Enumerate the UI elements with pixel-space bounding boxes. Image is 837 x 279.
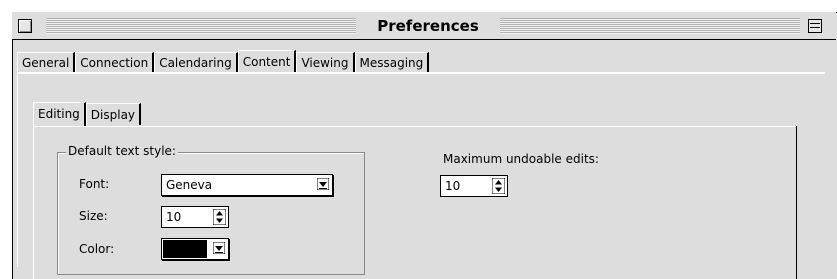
subtab-display[interactable]: Display [85,103,142,125]
font-popup[interactable]: Geneva [161,174,333,196]
stepper-arrows-icon[interactable] [213,209,226,225]
color-label: Color: [79,242,115,256]
title-stripes-right [500,18,800,34]
editing-panel-edge [796,126,797,279]
tab-viewing[interactable]: Viewing [296,52,355,72]
font-value: Geneva [166,178,213,192]
subtab-editing[interactable]: Editing [33,102,86,126]
undo-edits-value: 10 [445,179,461,193]
tab-general[interactable]: General [17,52,76,72]
size-value: 10 [166,210,182,224]
window-title: Preferences [356,15,500,37]
chevron-down-icon [317,178,329,190]
content-subtab-strip: Editing Display [33,102,142,126]
undo-edits-stepper[interactable]: 10 [440,175,508,197]
collapse-box-icon[interactable] [808,19,822,33]
title-stripes-left [46,18,356,34]
main-tab-strip: General Connection Calendaring Content V… [17,50,430,74]
font-label: Font: [79,177,110,191]
size-label: Size: [79,209,108,223]
tab-calendaring[interactable]: Calendaring [154,52,238,72]
color-swatch [163,240,207,258]
chevron-down-icon [213,242,225,254]
color-popup[interactable] [161,238,229,260]
size-stepper[interactable]: 10 [161,206,229,228]
tab-content[interactable]: Content [237,50,297,74]
default-text-style-label: Default text style: [66,144,178,158]
stepper-arrows-icon[interactable] [492,178,505,194]
tab-messaging[interactable]: Messaging [354,52,430,72]
undo-edits-label: Maximum undoable edits: [443,152,599,166]
title-bar[interactable]: Preferences [12,12,836,40]
close-box-icon[interactable] [18,19,32,33]
tab-connection[interactable]: Connection [75,52,155,72]
